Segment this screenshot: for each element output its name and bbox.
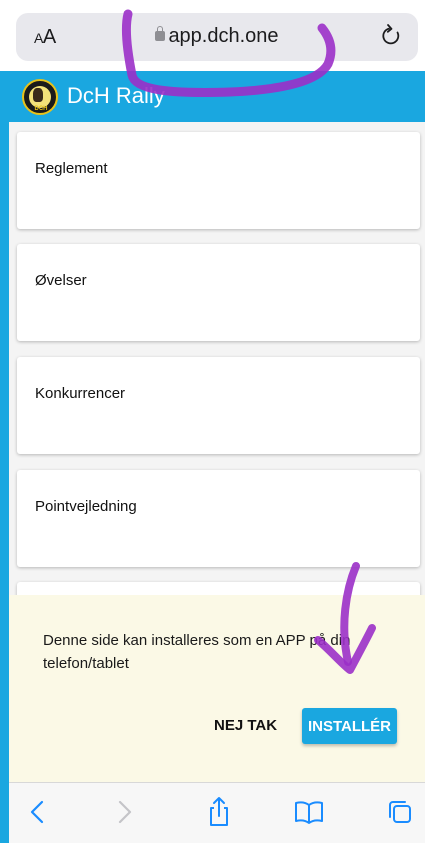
menu-card-ovelser[interactable]: Øvelser: [17, 244, 420, 341]
share-icon[interactable]: [202, 795, 236, 829]
dch-logo[interactable]: DCH: [22, 79, 58, 115]
address-bar[interactable]: AA app.dch.one: [16, 13, 418, 61]
menu-card-label: Pointvejledning: [35, 498, 137, 515]
install-prompt: Denne side kan installeres som en APP på…: [9, 595, 425, 782]
reload-icon[interactable]: [380, 23, 404, 49]
url-text: app.dch.one: [168, 25, 279, 47]
tabs-icon[interactable]: [383, 795, 417, 829]
menu-card-pointvejledning[interactable]: Pointvejledning: [17, 470, 420, 567]
menu-card-label: Reglement: [35, 160, 108, 177]
browser-top-bar: AA app.dch.one: [0, 0, 425, 70]
forward-icon[interactable]: [107, 795, 141, 829]
menu-card-konkurrencer[interactable]: Konkurrencer: [17, 357, 420, 454]
dog-logo-icon: [33, 88, 43, 102]
app-header: DCH DcH Rally: [9, 71, 425, 122]
install-message: Denne side kan installeres som en APP på…: [43, 632, 351, 672]
bookmarks-icon[interactable]: [292, 795, 326, 829]
menu-card-reglement[interactable]: Reglement: [17, 132, 420, 229]
back-icon[interactable]: [21, 795, 55, 829]
url-display[interactable]: app.dch.one: [16, 25, 418, 48]
left-edge-strip: [0, 71, 9, 843]
decline-button[interactable]: NEJ TAK: [214, 717, 277, 734]
menu-card-label: Øvelser: [35, 272, 87, 289]
logo-lettering: DCH: [34, 106, 48, 112]
menu-card-label: Konkurrencer: [35, 385, 126, 402]
install-button[interactable]: INSTALLÉR: [302, 708, 397, 744]
browser-toolbar: [9, 782, 425, 843]
app-title: DcH Rally: [67, 83, 165, 108]
lock-icon: [155, 26, 166, 41]
